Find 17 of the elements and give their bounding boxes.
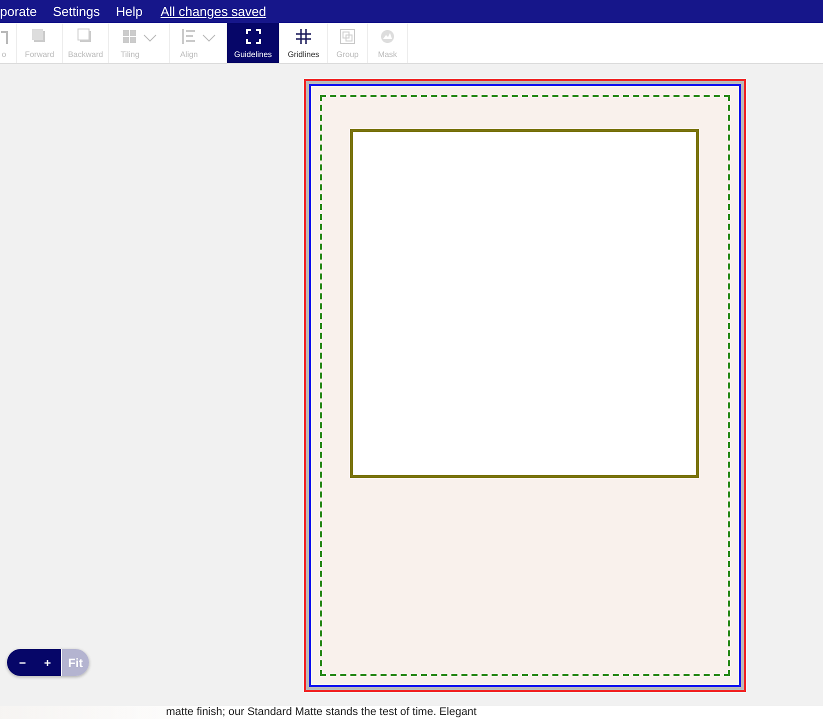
zoom-in-button[interactable]: + xyxy=(34,649,61,676)
menu-item[interactable]: porate xyxy=(0,4,37,19)
gridlines-icon xyxy=(294,28,312,44)
guidelines-icon xyxy=(244,28,262,44)
zoom-out-button[interactable]: − xyxy=(7,649,34,676)
menu-item[interactable]: Help xyxy=(116,4,143,19)
photo-frame[interactable] xyxy=(350,129,699,478)
tiling-icon xyxy=(121,28,138,44)
forward-icon xyxy=(31,28,48,44)
align-icon xyxy=(180,28,198,44)
product-description: matte finish; our Standard Matte stands the test of time. Elegant xyxy=(166,706,478,719)
menu-item[interactable]: Settings xyxy=(52,4,100,19)
backward-icon xyxy=(77,28,94,44)
save-status[interactable]: All changes saved xyxy=(160,4,266,19)
mask-icon xyxy=(379,28,396,44)
group-icon xyxy=(338,28,356,44)
toolbar-button[interactable]: Guidelines xyxy=(227,23,280,63)
